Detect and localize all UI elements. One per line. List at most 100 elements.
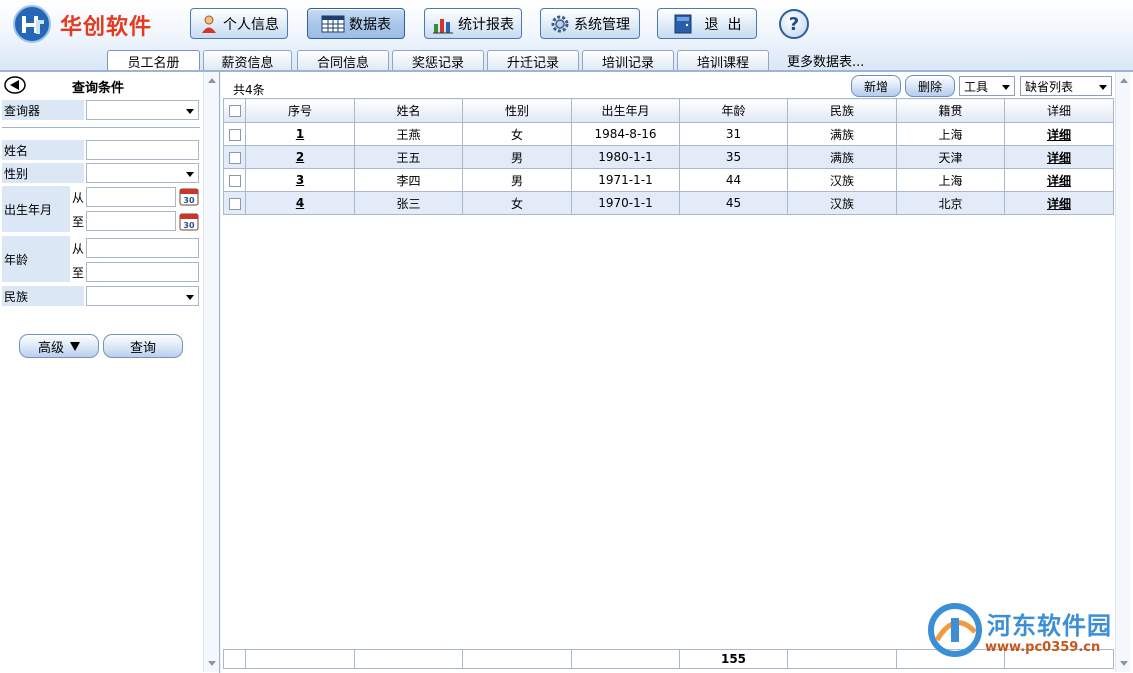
row-seq-link[interactable]: 2 <box>296 150 304 164</box>
statistics-report-button[interactable]: 统计报表 <box>424 8 522 39</box>
detail-link[interactable]: 详细 <box>1047 197 1071 211</box>
tab-more-tables[interactable]: 更多数据表... <box>787 50 887 71</box>
cell-birth: 1980-1-1 <box>571 145 680 169</box>
ethnicity-select[interactable] <box>86 286 199 306</box>
scroll-up-icon[interactable] <box>1120 78 1128 83</box>
query-panel: 查询条件 查询器 姓名 性别 出生年月 从 30 至 30 年龄 从 至 民族 … <box>0 72 220 673</box>
birth-label: 出生年月 <box>2 186 70 232</box>
search-button[interactable]: 查询 <box>103 334 183 358</box>
data-table-button[interactable]: 数据表 <box>307 8 405 39</box>
select-all-checkbox[interactable] <box>228 105 241 117</box>
help-icon[interactable]: ? <box>779 9 809 39</box>
gender-label: 性别 <box>2 163 84 183</box>
view-select[interactable]: 缺省列表 <box>1020 76 1112 96</box>
age-label: 年龄 <box>2 236 70 282</box>
column-header[interactable]: 出生年月 <box>571 98 680 123</box>
row-seq-link[interactable]: 1 <box>296 127 304 141</box>
birth-to-input[interactable] <box>86 211 176 231</box>
tab-employee-roster[interactable]: 员工名册 <box>107 50 200 72</box>
tab-promotion-record[interactable]: 升迁记录 <box>487 50 579 71</box>
cell-ethnicity: 满族 <box>787 145 897 169</box>
scroll-up-icon[interactable] <box>208 78 216 83</box>
add-button[interactable]: 新增 <box>851 75 901 97</box>
cell-age: 35 <box>679 145 788 169</box>
age-to-input[interactable] <box>86 262 199 282</box>
system-management-button[interactable]: 系统管理 <box>540 8 640 39</box>
tab-training-course[interactable]: 培训课程 <box>677 50 769 71</box>
table-row[interactable]: 4 张三 女 1970-1-1 45 汉族 北京 详细 <box>223 191 1114 215</box>
calendar-icon[interactable]: 30 <box>179 211 199 231</box>
query-tool-select[interactable] <box>86 100 199 120</box>
birth-from-input[interactable] <box>86 187 176 207</box>
calendar-badge: 30 <box>183 221 195 230</box>
column-header[interactable]: 年龄 <box>679 98 788 123</box>
cell-origin: 上海 <box>896 168 1005 192</box>
table-icon <box>321 15 345 32</box>
cell-name: 王五 <box>354 145 463 169</box>
cell-gender: 男 <box>462 168 572 192</box>
cell-name: 李四 <box>354 168 463 192</box>
birth-from-label: 从 <box>72 191 85 205</box>
column-header[interactable]: 详细 <box>1004 98 1114 123</box>
exit-label: 退 出 <box>704 16 742 33</box>
grid-scrollbar[interactable] <box>1115 72 1131 672</box>
tab-contract-info[interactable]: 合同信息 <box>297 50 389 71</box>
select-all-cell[interactable] <box>223 98 246 123</box>
row-seq-link[interactable]: 3 <box>296 173 304 187</box>
row-checkbox[interactable] <box>228 128 241 141</box>
watermark-logo-icon <box>928 603 982 657</box>
employee-table: 序号 姓名 性别 出生年月 年龄 民族 籍贯 详细 1 王燕 女 1984-8-… <box>223 98 1114 215</box>
tab-salary-info[interactable]: 薪资信息 <box>203 50 292 71</box>
record-count: 共4条 <box>233 83 265 97</box>
detail-link[interactable]: 详细 <box>1047 174 1071 188</box>
gender-select[interactable] <box>86 163 199 183</box>
detail-link[interactable]: 详细 <box>1047 128 1071 142</box>
statistics-report-label: 统计报表 <box>458 16 514 33</box>
table-row[interactable]: 2 王五 男 1980-1-1 35 满族 天津 详细 <box>223 145 1114 169</box>
cell-origin: 北京 <box>896 191 1005 215</box>
top-header: 华创软件 个人信息 数据表 统计报表 系统管理 退 出 ? 员工名册 薪资信息 … <box>0 0 1133 72</box>
calendar-icon[interactable]: 30 <box>179 186 199 206</box>
left-scrollbar[interactable] <box>203 72 219 672</box>
cell-ethnicity: 满族 <box>787 122 897 146</box>
cell-birth: 1970-1-1 <box>571 191 680 215</box>
cell-name: 张三 <box>354 191 463 215</box>
table-row[interactable]: 1 王燕 女 1984-8-16 31 满族 上海 详细 <box>223 122 1114 146</box>
cell-ethnicity: 汉族 <box>787 191 897 215</box>
column-header[interactable]: 民族 <box>787 98 897 123</box>
delete-button[interactable]: 删除 <box>905 75 955 97</box>
row-checkbox[interactable] <box>228 197 241 210</box>
scroll-down-icon[interactable] <box>1120 661 1128 666</box>
age-from-input[interactable] <box>86 238 199 258</box>
table-header-row: 序号 姓名 性别 出生年月 年龄 民族 籍贯 详细 <box>223 98 1114 123</box>
name-input[interactable] <box>86 140 199 160</box>
advanced-button[interactable]: 高级 <box>19 334 99 358</box>
data-grid-panel: 共4条 新增 删除 工具 缺省列表 序号 姓名 性别 出生年月 年龄 民族 籍贯… <box>221 72 1133 673</box>
exit-icon <box>674 14 692 33</box>
column-header[interactable]: 籍贯 <box>896 98 1005 123</box>
age-from-label: 从 <box>72 242 85 256</box>
tab-rewards-record[interactable]: 奖惩记录 <box>392 50 484 71</box>
tools-select[interactable]: 工具 <box>959 76 1015 96</box>
tab-training-record[interactable]: 培训记录 <box>582 50 674 71</box>
exit-button[interactable]: 退 出 <box>657 8 757 39</box>
triangle-down-icon <box>70 341 80 351</box>
column-header[interactable]: 序号 <box>245 98 355 123</box>
cell-origin: 上海 <box>896 122 1005 146</box>
personal-info-label: 个人信息 <box>223 16 279 33</box>
detail-link[interactable]: 详细 <box>1047 151 1071 165</box>
column-header[interactable]: 性别 <box>462 98 572 123</box>
cell-gender: 男 <box>462 145 572 169</box>
scroll-down-icon[interactable] <box>208 661 216 666</box>
row-seq-link[interactable]: 4 <box>296 196 304 210</box>
app-name: 华创软件 <box>60 15 153 40</box>
row-checkbox[interactable] <box>228 174 241 187</box>
table-row[interactable]: 3 李四 男 1971-1-1 44 汉族 上海 详细 <box>223 168 1114 192</box>
row-checkbox[interactable] <box>228 151 241 164</box>
query-panel-header: 查询条件 <box>0 72 203 97</box>
collapse-arrow-icon[interactable] <box>4 76 26 94</box>
watermark-url: www.pc0359.cn <box>985 640 1101 655</box>
age-total: 155 <box>679 649 788 669</box>
column-header[interactable]: 姓名 <box>354 98 463 123</box>
personal-info-button[interactable]: 个人信息 <box>190 8 288 39</box>
